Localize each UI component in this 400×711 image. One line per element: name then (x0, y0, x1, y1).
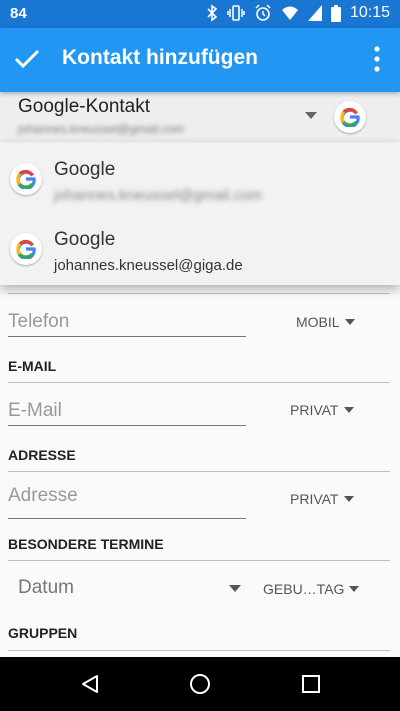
home-icon[interactable] (189, 673, 211, 695)
recents-icon[interactable] (301, 674, 321, 694)
section-divider (8, 650, 390, 651)
status-bar: 84 10:15 (0, 0, 400, 28)
email-type-label: PRIVAT (290, 402, 339, 418)
account-option-label: Google (54, 159, 116, 180)
phone-input-underline (8, 336, 246, 337)
battery-percent: 84 (10, 5, 27, 22)
account-type-label: Google-Kontakt (18, 96, 151, 117)
address-input[interactable]: Adresse (8, 485, 78, 507)
dropdown-arrow-icon (343, 407, 354, 413)
google-icon (10, 233, 42, 265)
more-vert-icon[interactable] (374, 46, 380, 72)
address-type-select[interactable]: PRIVAT (290, 491, 354, 507)
app-bar: Kontakt hinzufügen (0, 28, 400, 92)
email-section-header: E-MAIL (8, 358, 57, 374)
address-section-header: ADRESSE (8, 447, 76, 463)
event-type-label: GEBU…TAG (263, 581, 345, 597)
google-icon (10, 163, 42, 195)
section-divider (8, 382, 390, 383)
battery-icon (330, 4, 341, 22)
email-input[interactable]: E-Mail (8, 400, 62, 422)
email-type-select[interactable]: PRIVAT (290, 402, 354, 418)
vibrate-icon (227, 5, 245, 21)
section-divider (8, 293, 390, 294)
groups-section-header: GRUPPEN (8, 625, 78, 641)
google-icon (334, 101, 366, 133)
event-type-select[interactable]: GEBU…TAG (263, 581, 360, 597)
dropdown-arrow-icon (349, 586, 360, 592)
page-title: Kontakt hinzufügen (62, 46, 258, 69)
cell-signal-icon (307, 5, 322, 21)
account-email-obscured: johannes.kneussel@gmail.com (18, 122, 185, 136)
address-input-underline (8, 518, 246, 519)
account-option-2[interactable]: Google johannes.kneussel@giga.de (0, 215, 400, 285)
phone-type-label: MOBIL (296, 314, 340, 330)
account-selector[interactable]: Google-Kontakt johannes.kneussel@gmail.c… (0, 92, 400, 142)
account-dropdown: Google johannes.kneussel@gmail.com Googl… (0, 143, 400, 285)
account-option-1[interactable]: Google johannes.kneussel@gmail.com (0, 143, 400, 213)
dropdown-arrow-icon (229, 585, 241, 592)
wifi-icon (281, 6, 298, 20)
status-icons: 10:15 (206, 4, 390, 22)
account-option-email: johannes.kneussel@giga.de (54, 257, 243, 274)
section-divider (8, 471, 390, 472)
bluetooth-icon (207, 4, 218, 22)
email-input-underline (8, 425, 246, 426)
check-icon[interactable] (14, 48, 40, 70)
back-icon[interactable] (80, 674, 100, 694)
section-divider (8, 560, 390, 561)
dropdown-arrow-icon (344, 319, 355, 325)
dropdown-arrow-icon[interactable] (305, 112, 317, 119)
navigation-bar (0, 657, 400, 711)
account-option-label: Google (54, 229, 116, 250)
date-label: Datum (18, 577, 74, 598)
address-type-label: PRIVAT (290, 491, 339, 507)
account-option-email: johannes.kneussel@gmail.com (54, 187, 262, 204)
clock: 10:15 (349, 4, 390, 21)
dropdown-arrow-icon (343, 496, 354, 502)
phone-type-select[interactable]: MOBIL (296, 314, 355, 330)
phone-input[interactable]: Telefon (8, 311, 69, 333)
alarm-icon (255, 4, 271, 21)
events-section-header: BESONDERE TERMINE (8, 536, 164, 552)
